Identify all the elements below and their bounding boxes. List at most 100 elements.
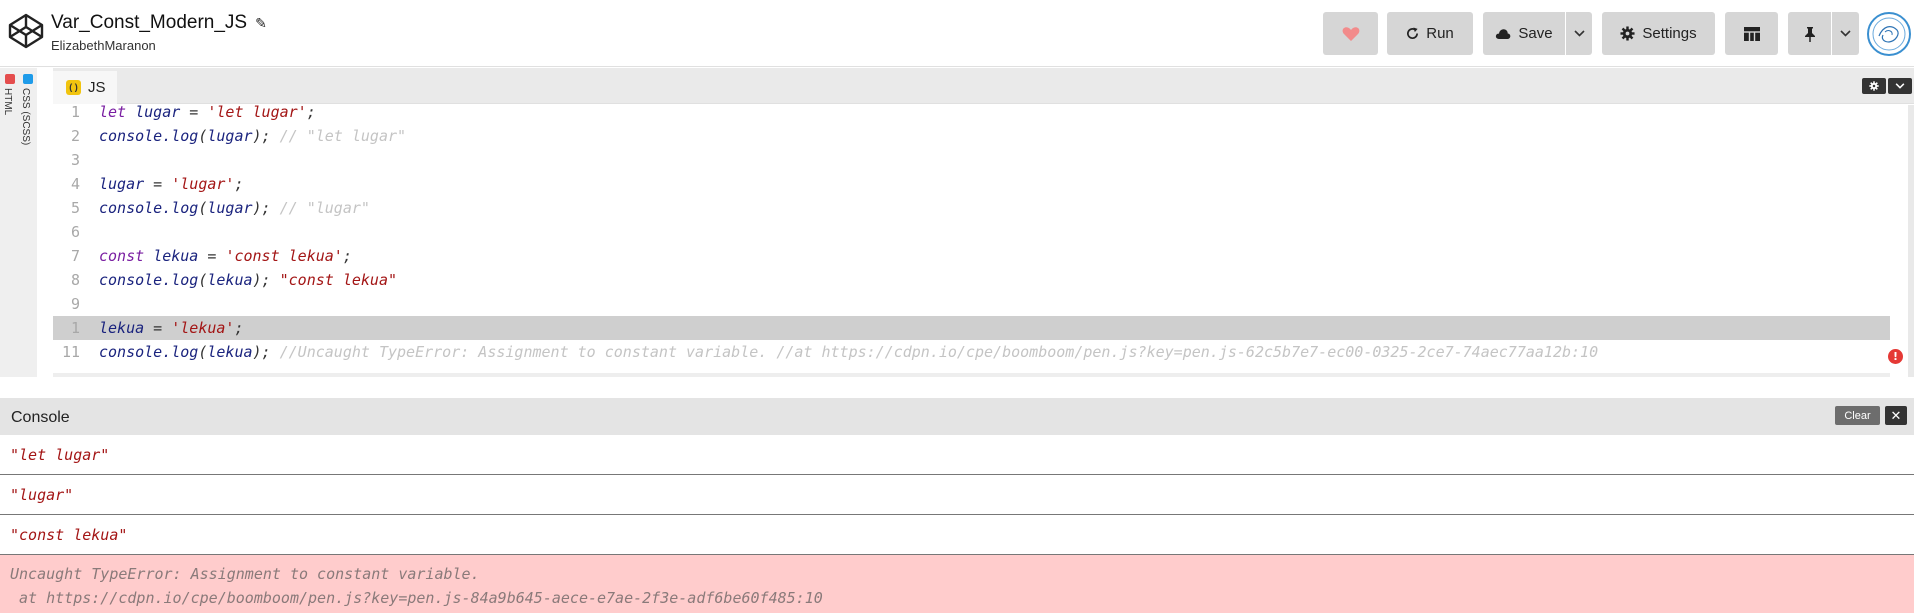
html-tab-label: HTML — [2, 88, 13, 116]
css-tab-label: CSS (SCSS) — [20, 88, 31, 146]
console-error-line: Uncaught TypeError: Assignment to consta… — [10, 565, 480, 583]
save-options-button[interactable] — [1566, 12, 1592, 55]
code-line[interactable]: 1 let lugar = 'let lugar'; — [53, 100, 1890, 124]
heart-icon — [1342, 26, 1359, 41]
gear-icon — [1869, 81, 1879, 91]
pin-options-button[interactable] — [1832, 12, 1859, 55]
code-text[interactable]: console.log(lugar); // "let lugar" — [99, 127, 406, 145]
chevron-down-icon — [1573, 30, 1585, 37]
code-token: // "lugar" — [279, 199, 370, 217]
code-token: lekua — [99, 319, 145, 337]
line-number: 2 — [70, 127, 80, 145]
code-line[interactable]: 8 console.log(lekua); "const lekua" — [53, 268, 1890, 292]
code-line[interactable]: 6 — [53, 220, 1890, 244]
code-token: lugar — [135, 103, 181, 121]
pen-author[interactable]: ElizabethMaranon — [51, 38, 267, 53]
code-text[interactable]: console.log(lugar); // "lugar" — [99, 199, 370, 217]
code-text[interactable]: lekua = 'lekua'; — [99, 319, 244, 337]
html-badge-icon — [5, 74, 15, 84]
editor-collapse-button[interactable] — [1888, 78, 1912, 94]
run-button[interactable]: Run — [1387, 12, 1473, 55]
code-line[interactable]: 4 lugar = 'lugar'; — [53, 172, 1890, 196]
console-title: Console — [11, 409, 70, 426]
code-line[interactable]: 9 — [53, 292, 1890, 316]
code-token: ; — [306, 103, 316, 121]
console-error-message: Uncaught TypeError: Assignment to consta… — [0, 555, 1914, 613]
console-close-button[interactable]: ✕ — [1885, 406, 1907, 425]
code-token: console.log — [99, 343, 199, 361]
code-token: ); — [252, 127, 280, 145]
run-label: Run — [1426, 25, 1454, 42]
codepen-logo-icon[interactable] — [7, 12, 45, 50]
editor-horizontal-scrollbar[interactable] — [53, 373, 1890, 377]
line-number: 5 — [70, 199, 80, 217]
settings-button[interactable]: Settings — [1602, 12, 1715, 55]
change-view-button[interactable] — [1725, 12, 1778, 55]
code-line[interactable]: 1 lekua = 'lekua'; — [53, 316, 1890, 340]
console-header: Console Clear ✕ — [0, 398, 1914, 435]
collapsed-editors-sidebar: HTML CSS (SCSS) — [0, 68, 37, 377]
code-text[interactable]: lugar = 'lugar'; — [99, 175, 244, 193]
js-editor-header: ( ) JS — [53, 68, 1914, 104]
code-line[interactable]: 2 console.log(lugar); // "let lugar" — [53, 124, 1890, 148]
code-text[interactable]: console.log(lekua); //Uncaught TypeError… — [99, 343, 1598, 361]
line-number: 4 — [70, 175, 80, 193]
code-token: 'lugar' — [171, 175, 235, 193]
code-token: lugar — [207, 127, 253, 145]
code-token: const — [99, 247, 154, 265]
code-token: let — [99, 103, 136, 121]
refresh-icon — [1407, 27, 1419, 39]
js-badge-icon: ( ) — [66, 80, 81, 95]
code-token: console.log — [99, 127, 199, 145]
code-text[interactable]: const lekua = 'const lekua'; — [99, 247, 352, 265]
code-line[interactable]: 3 — [53, 148, 1890, 172]
line-number: 6 — [70, 223, 80, 241]
pin-button[interactable] — [1788, 12, 1831, 55]
code-token: lekua — [207, 271, 253, 289]
editor-settings-button[interactable] — [1862, 78, 1886, 94]
chevron-down-icon — [1895, 83, 1905, 89]
console-clear-button[interactable]: Clear — [1835, 406, 1880, 425]
code-token: lekua — [207, 343, 253, 361]
code-token: ); — [252, 271, 280, 289]
error-icon[interactable]: ! — [1888, 349, 1903, 364]
code-token: ; — [234, 319, 244, 337]
gear-icon — [1620, 26, 1635, 41]
line-number: 1 — [70, 319, 80, 337]
js-code-editor[interactable]: 1 let lugar = 'let lugar'; 2 console.log(lu… — [53, 103, 1914, 377]
code-token: lugar — [99, 175, 145, 193]
console-error-location: at https://cdpn.io/cpe/boomboom/pen.js?k… — [10, 589, 823, 607]
code-token: console.log — [99, 199, 199, 217]
code-token: lugar — [207, 199, 253, 217]
code-line[interactable]: 7 const lekua = 'const lekua'; — [53, 244, 1890, 268]
code-token: 'lekua' — [171, 319, 235, 337]
editor-vertical-scrollbar[interactable] — [1908, 105, 1914, 377]
code-line[interactable]: 5 console.log(lugar); // "lugar" — [53, 196, 1890, 220]
css-editor-tab[interactable]: CSS (SCSS) — [20, 74, 36, 274]
pen-title[interactable]: Var_Const_Modern_JS ✎ — [51, 10, 267, 36]
code-token: ; — [342, 247, 352, 265]
save-button[interactable]: Save — [1483, 12, 1565, 55]
top-header: Var_Const_Modern_JS ✎ ElizabethMaranon R… — [0, 0, 1914, 67]
code-token: = — [198, 247, 226, 265]
user-avatar[interactable] — [1867, 12, 1911, 56]
console-log-line: "let lugar" — [0, 435, 1914, 475]
code-text[interactable]: console.log(lekua); "const lekua" — [99, 271, 397, 289]
line-number: 8 — [70, 271, 80, 289]
html-editor-tab[interactable]: HTML — [2, 74, 18, 274]
code-token: = — [144, 319, 172, 337]
code-token: 'const lekua' — [225, 247, 343, 265]
code-token: lekua — [153, 247, 199, 265]
heart-button[interactable] — [1323, 12, 1378, 55]
pin-icon — [1804, 26, 1815, 42]
code-token: ); — [252, 199, 280, 217]
pen-title-block: Var_Const_Modern_JS ✎ ElizabethMaranon — [51, 10, 267, 53]
pen-title-text[interactable]: Var_Const_Modern_JS — [51, 12, 247, 34]
js-tab-label: JS — [88, 79, 106, 96]
settings-label: Settings — [1642, 25, 1697, 42]
css-badge-icon — [23, 74, 33, 84]
code-line[interactable]: 11 console.log(lekua); //Uncaught TypeErr… — [53, 340, 1890, 364]
code-text[interactable]: let lugar = 'let lugar'; — [99, 103, 316, 121]
layout-grid-icon — [1743, 26, 1760, 41]
edit-pencil-icon[interactable]: ✎ — [255, 15, 267, 32]
